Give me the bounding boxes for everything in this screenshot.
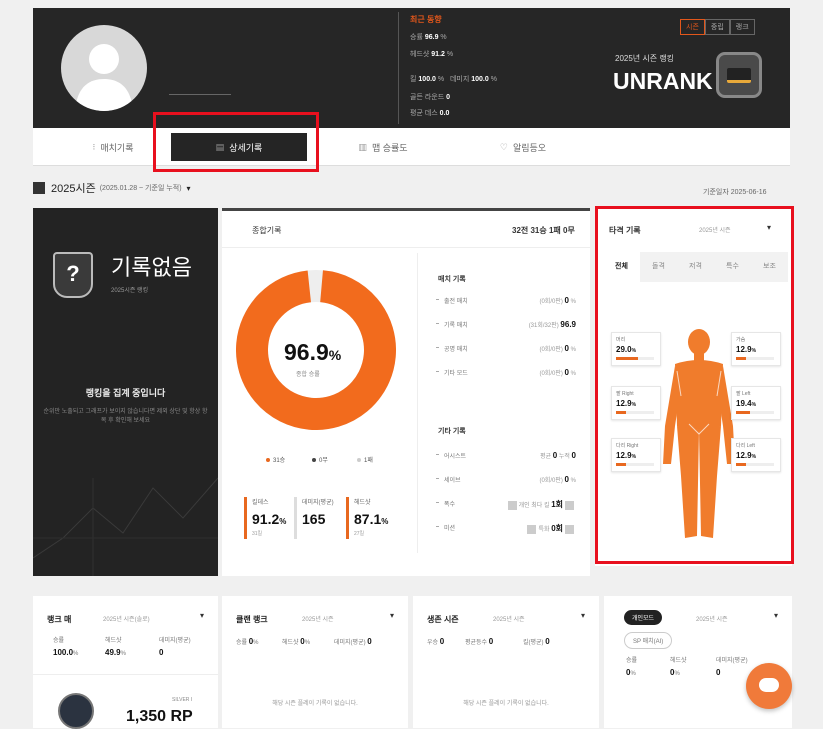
- empty-message: 해당 시즌 플레이 기록이 없습니다.: [272, 701, 358, 707]
- card-title: 종합기록: [252, 226, 282, 235]
- recent-stat: 평균 데스 0.0: [410, 110, 450, 117]
- stat: 데미지(평균) 0: [159, 638, 191, 657]
- match-score: 32전 31승 1패 0무: [512, 226, 575, 235]
- rank-emblem-icon: [716, 52, 762, 98]
- season-rank-label: 2025년 시즌 랭킹: [615, 54, 675, 63]
- stat: 데미지(평균) 0: [334, 637, 372, 646]
- rank-tier-icon: [58, 693, 94, 729]
- legend-loss: 1패: [357, 455, 373, 464]
- card-title: 클랜 랭크: [236, 615, 268, 624]
- card-title: 생존 시즌: [427, 615, 459, 624]
- stat: 헤드샷 0%: [282, 637, 311, 646]
- dropdown-arrow-icon[interactable]: ▾: [390, 611, 394, 620]
- rank-text: UNRANK: [613, 68, 713, 94]
- toggle-box[interactable]: [527, 524, 537, 534]
- legend-win: 31승: [266, 455, 285, 464]
- recent-stat: 승률 96.9 %: [410, 34, 447, 41]
- mode-tab-season[interactable]: 시즌: [680, 19, 705, 35]
- survival-season-card: 생존 시즌 2025년 시즌 ▾ 우승 0 평균등수 0 킬(평균) 0 해당 …: [413, 596, 599, 728]
- divider: [417, 253, 418, 553]
- legend-draw: 0무: [312, 455, 328, 464]
- dropdown-arrow-icon[interactable]: ▾: [200, 611, 204, 620]
- win-rate-label: 종합 승률: [296, 372, 320, 378]
- section-title: 기타 기록: [438, 428, 466, 435]
- tab-label: 알림등오: [512, 142, 547, 153]
- empty-message: 해당 시즌 플레이 기록이 없습니다.: [463, 701, 549, 707]
- recent-stat: 골든 라운드 0: [410, 94, 451, 101]
- recent-stat: 킬 100.0 % 데미지 100.0 %: [410, 76, 497, 83]
- recent-stat: 헤드샷 91.2 %: [410, 51, 454, 58]
- season-range: (2025.01.28 ~ 기준일 누적): [99, 185, 182, 192]
- rank-points: 1,350 RP: [126, 708, 193, 725]
- clan-rank-card: 클랜 랭크 2025년 시즌 ▾ 승률 0% 헤드샷 0% 데미지(평균) 0 …: [222, 596, 408, 728]
- season-title: 2025시즌: [51, 183, 96, 195]
- highlight-box: [153, 112, 319, 172]
- base-date: 기준일자 2025-06-16: [703, 189, 767, 196]
- dropdown-arrow-icon[interactable]: ▾: [581, 611, 585, 620]
- season-icon: [33, 182, 45, 194]
- heart-icon: ♡: [499, 141, 508, 152]
- stat: 데미지(평균) 0: [716, 658, 748, 677]
- dropdown-arrow-icon: ▾: [186, 183, 191, 193]
- dropdown-arrow-icon[interactable]: ▾: [774, 611, 778, 620]
- stat: 우승 0: [427, 637, 445, 646]
- toggle-box[interactable]: [507, 500, 517, 510]
- mode-tab-neutral[interactable]: 중립: [704, 19, 730, 35]
- tab-label: 매치기록: [100, 142, 134, 153]
- ranking-card: ? 기록없음 2025시즌 랭킹 랭킹을 집계 중입니다 순위만 노출되고 그래…: [33, 208, 218, 576]
- mode-tab-rank[interactable]: 랭크: [729, 19, 755, 35]
- aggregating-detail: 순위만 노출되고 그래프가 보이지 않습니다면 제외 상단 및 항상 항목 후 …: [43, 409, 208, 424]
- ranking-sub: 2025시즌 랭킹: [111, 288, 149, 294]
- stat: 승률 0%: [236, 637, 259, 646]
- mode-tabs: 시즌 중립 랭크: [680, 19, 755, 35]
- rank-tier: SILVER I: [172, 697, 193, 703]
- tab-map-winrate[interactable]: ▥ 맵 승률도: [323, 128, 443, 166]
- stat: 승률 100.0%: [53, 638, 79, 657]
- personal-mode-pill[interactable]: 개인모드: [624, 610, 663, 625]
- sp-match-pill[interactable]: SP 매치(AI): [624, 632, 673, 649]
- aggregating-message: 랭킹을 집계 중입니다: [85, 388, 166, 398]
- list-icon: ⁝: [92, 141, 96, 152]
- win-rate-value: 96.9%: [284, 339, 342, 365]
- recent-title: 최근 동향: [410, 15, 442, 24]
- no-record-text: 기록없음: [111, 255, 192, 280]
- season-select[interactable]: 2025년 시즌: [302, 614, 334, 623]
- card-title: 랭크 매: [47, 615, 72, 624]
- stat: 승률 0%: [626, 658, 638, 677]
- name-underline: [169, 94, 231, 95]
- avatar: [61, 25, 147, 111]
- toggle-box[interactable]: [565, 524, 574, 534]
- chat-button-icon[interactable]: [746, 663, 792, 709]
- background-chart-decoration: [33, 477, 218, 576]
- toggle-box[interactable]: [565, 500, 574, 510]
- season-selector[interactable]: 2025시즌 (2025.01.28 ~ 기준일 누적) ▾: [33, 180, 191, 196]
- stat: 평균등수 0: [465, 637, 494, 646]
- map-icon: ▥: [358, 141, 367, 152]
- tab-label: 맵 승률도: [371, 142, 408, 153]
- stat: 킬(평균) 0: [523, 637, 550, 646]
- overall-record-card: 종합기록 32전 31승 1패 0무 96.9% 종합 승률 31승 0무 1패…: [222, 208, 590, 576]
- detail-nav: ⁝ 매치기록 ▤ 상세기록 ▥ 맵 승률도 ♡ 알림등오: [33, 128, 790, 166]
- question-icon: ?: [53, 252, 93, 298]
- profile-header: 최근 동향 승률 96.9 % 헤드샷 91.2 % 킬 100.0 % 데미지…: [33, 8, 790, 128]
- divider: [33, 674, 218, 675]
- season-select[interactable]: 2025년 시즌: [696, 614, 728, 623]
- section-title: 매치 기록: [438, 276, 466, 283]
- stat: 헤드샷 49.9%: [105, 638, 126, 657]
- season-select[interactable]: 2025년 시즌: [493, 614, 525, 623]
- highlight-box: [595, 206, 794, 564]
- tab-notifications[interactable]: ♡ 알림등오: [463, 128, 583, 166]
- stat: 헤드샷 0%: [670, 658, 687, 677]
- season-select[interactable]: 2025년 시즌(솔로): [103, 614, 150, 623]
- divider: [398, 12, 399, 124]
